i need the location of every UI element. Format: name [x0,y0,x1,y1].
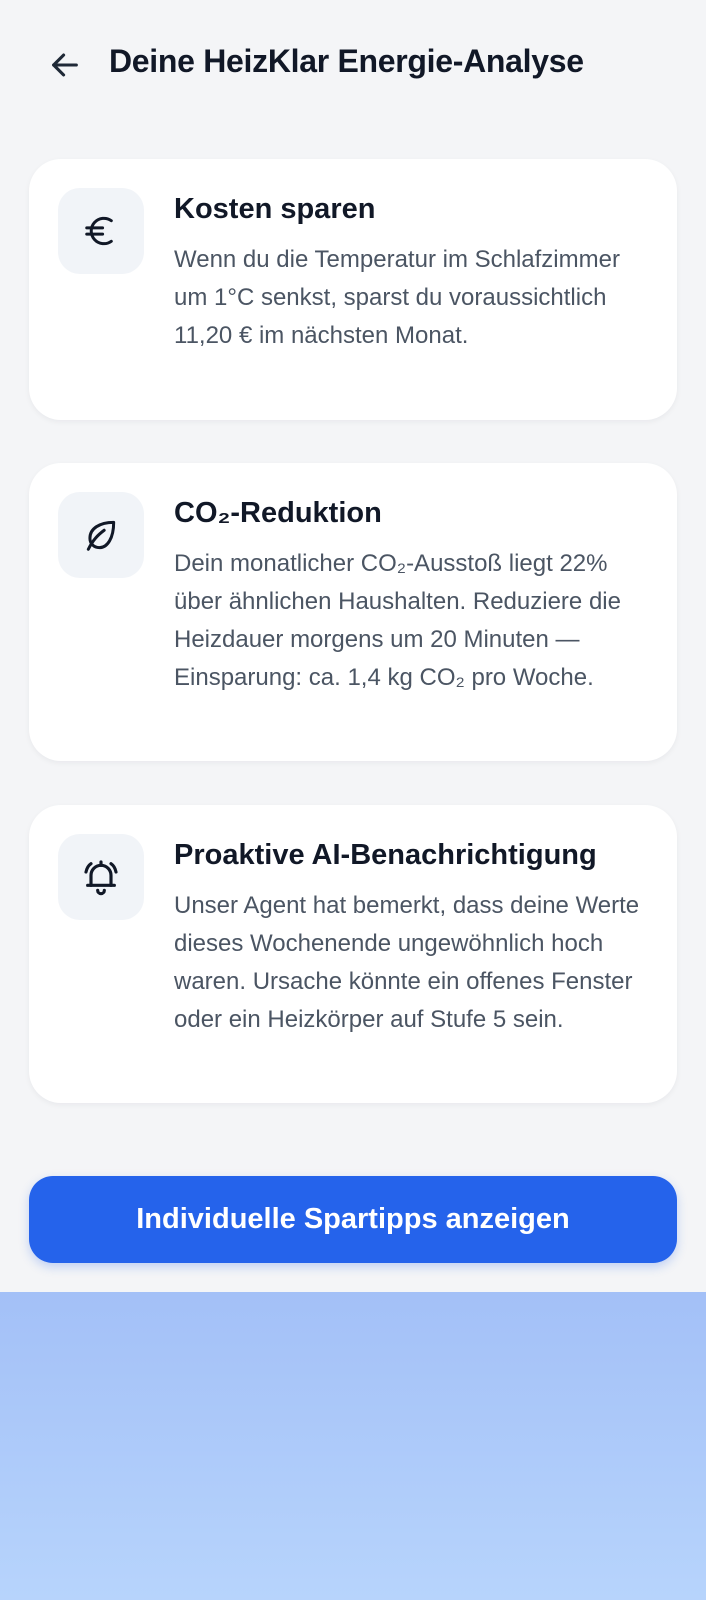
energy-analysis-screen: Deine HeizKlar Energie-Analyse Kosten sp… [0,0,706,1600]
arrow-left-icon [52,53,78,77]
bottom-gradient-overlay [0,1292,706,1600]
savings-icon-tile [58,188,144,274]
notification-icon-tile [58,834,144,920]
savings-card: Kosten sparen Wenn du die Temperatur im … [29,159,677,420]
euro-icon [85,216,113,246]
page-title: Deine HeizKlar Energie-Analyse [109,43,584,79]
card-title: Proaktive AI-Benachrichtigung [174,839,597,871]
card-body: Unser Agent hat bemerkt, dass deine Wert… [174,892,640,1033]
co2-icon-tile [58,492,144,578]
co2-card: CO₂-Reduktion Dein monatlicher CO₂-Ausst… [29,463,677,761]
back-button[interactable] [44,44,86,86]
bell-ringing-icon [84,860,118,896]
leaf-icon [86,520,116,551]
card-title: CO₂-Reduktion [174,497,382,529]
card-body: Wenn du die Temperatur im Schlafzimmer u… [174,246,620,349]
card-body: Dein monatlicher CO₂-Ausstoß liegt 22% ü… [174,550,621,691]
show-tips-button[interactable]: Individuelle Spartipps anzeigen [29,1176,677,1263]
card-title: Kosten sparen [174,193,376,225]
ai-notification-card: Proaktive AI-Benachrichtigung Unser Agen… [29,805,677,1103]
header: Deine HeizKlar Energie-Analyse [0,0,706,130]
